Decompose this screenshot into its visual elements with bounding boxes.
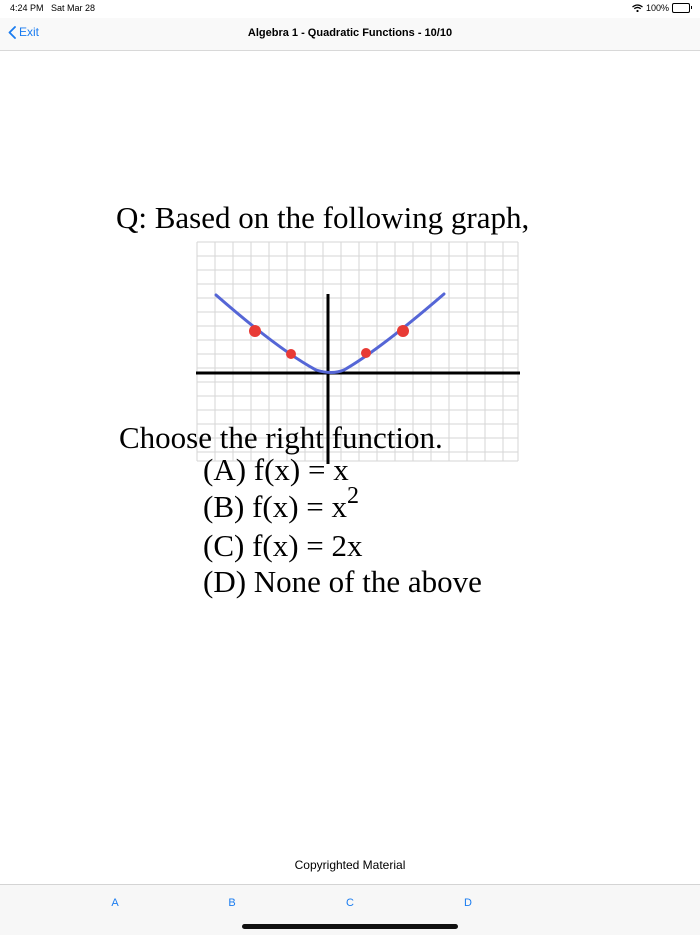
- clock-time: 4:24 PM: [10, 3, 44, 13]
- page-title: Algebra 1 - Quadratic Functions - 10/10: [247, 27, 453, 39]
- wifi-icon: [632, 4, 643, 12]
- question-image: Q: Based on the following graph, Choose …: [0, 52, 700, 852]
- battery-percent: 100%: [645, 3, 669, 13]
- option-c-text: (C) f(x) = 2x: [203, 528, 363, 563]
- option-d-text: (D) None of the above: [203, 564, 482, 599]
- answer-tab-d[interactable]: D: [458, 897, 478, 909]
- plot-point: [249, 325, 261, 337]
- navigation-bar: Exit Algebra 1 - Quadratic Functions - 1…: [0, 18, 700, 51]
- status-date: Sat Mar 28: [51, 3, 96, 13]
- option-b-exponent: 2: [347, 483, 360, 509]
- battery-icon: [672, 3, 692, 13]
- option-a-text: (A) f(x) = x: [203, 452, 349, 487]
- option-b: (B) f(x) = x2: [203, 483, 359, 525]
- option-a: (A) f(x) = x: [203, 452, 349, 488]
- status-indicators: 100%: [632, 3, 692, 13]
- question-instruction: Choose the right function.: [119, 420, 443, 455]
- plot-point: [361, 348, 371, 358]
- option-b-text: (B) f(x) = x: [203, 489, 348, 524]
- answer-tab-a[interactable]: A: [105, 897, 125, 909]
- status-bar: 4:24 PM Sat Mar 28 100%: [0, 0, 700, 18]
- answer-tab-c[interactable]: C: [340, 897, 360, 909]
- option-c: (C) f(x) = 2x: [203, 528, 363, 564]
- home-indicator[interactable]: [242, 924, 458, 929]
- question-prompt: Q: Based on the following graph,: [116, 200, 530, 235]
- status-time: 4:24 PM Sat Mar 28: [10, 3, 95, 13]
- option-d: (D) None of the above: [203, 564, 482, 600]
- plot-point: [397, 325, 409, 337]
- copyright-notice: Copyrighted Material: [294, 858, 406, 872]
- plot-point: [286, 349, 296, 359]
- answer-tab-b[interactable]: B: [222, 897, 242, 909]
